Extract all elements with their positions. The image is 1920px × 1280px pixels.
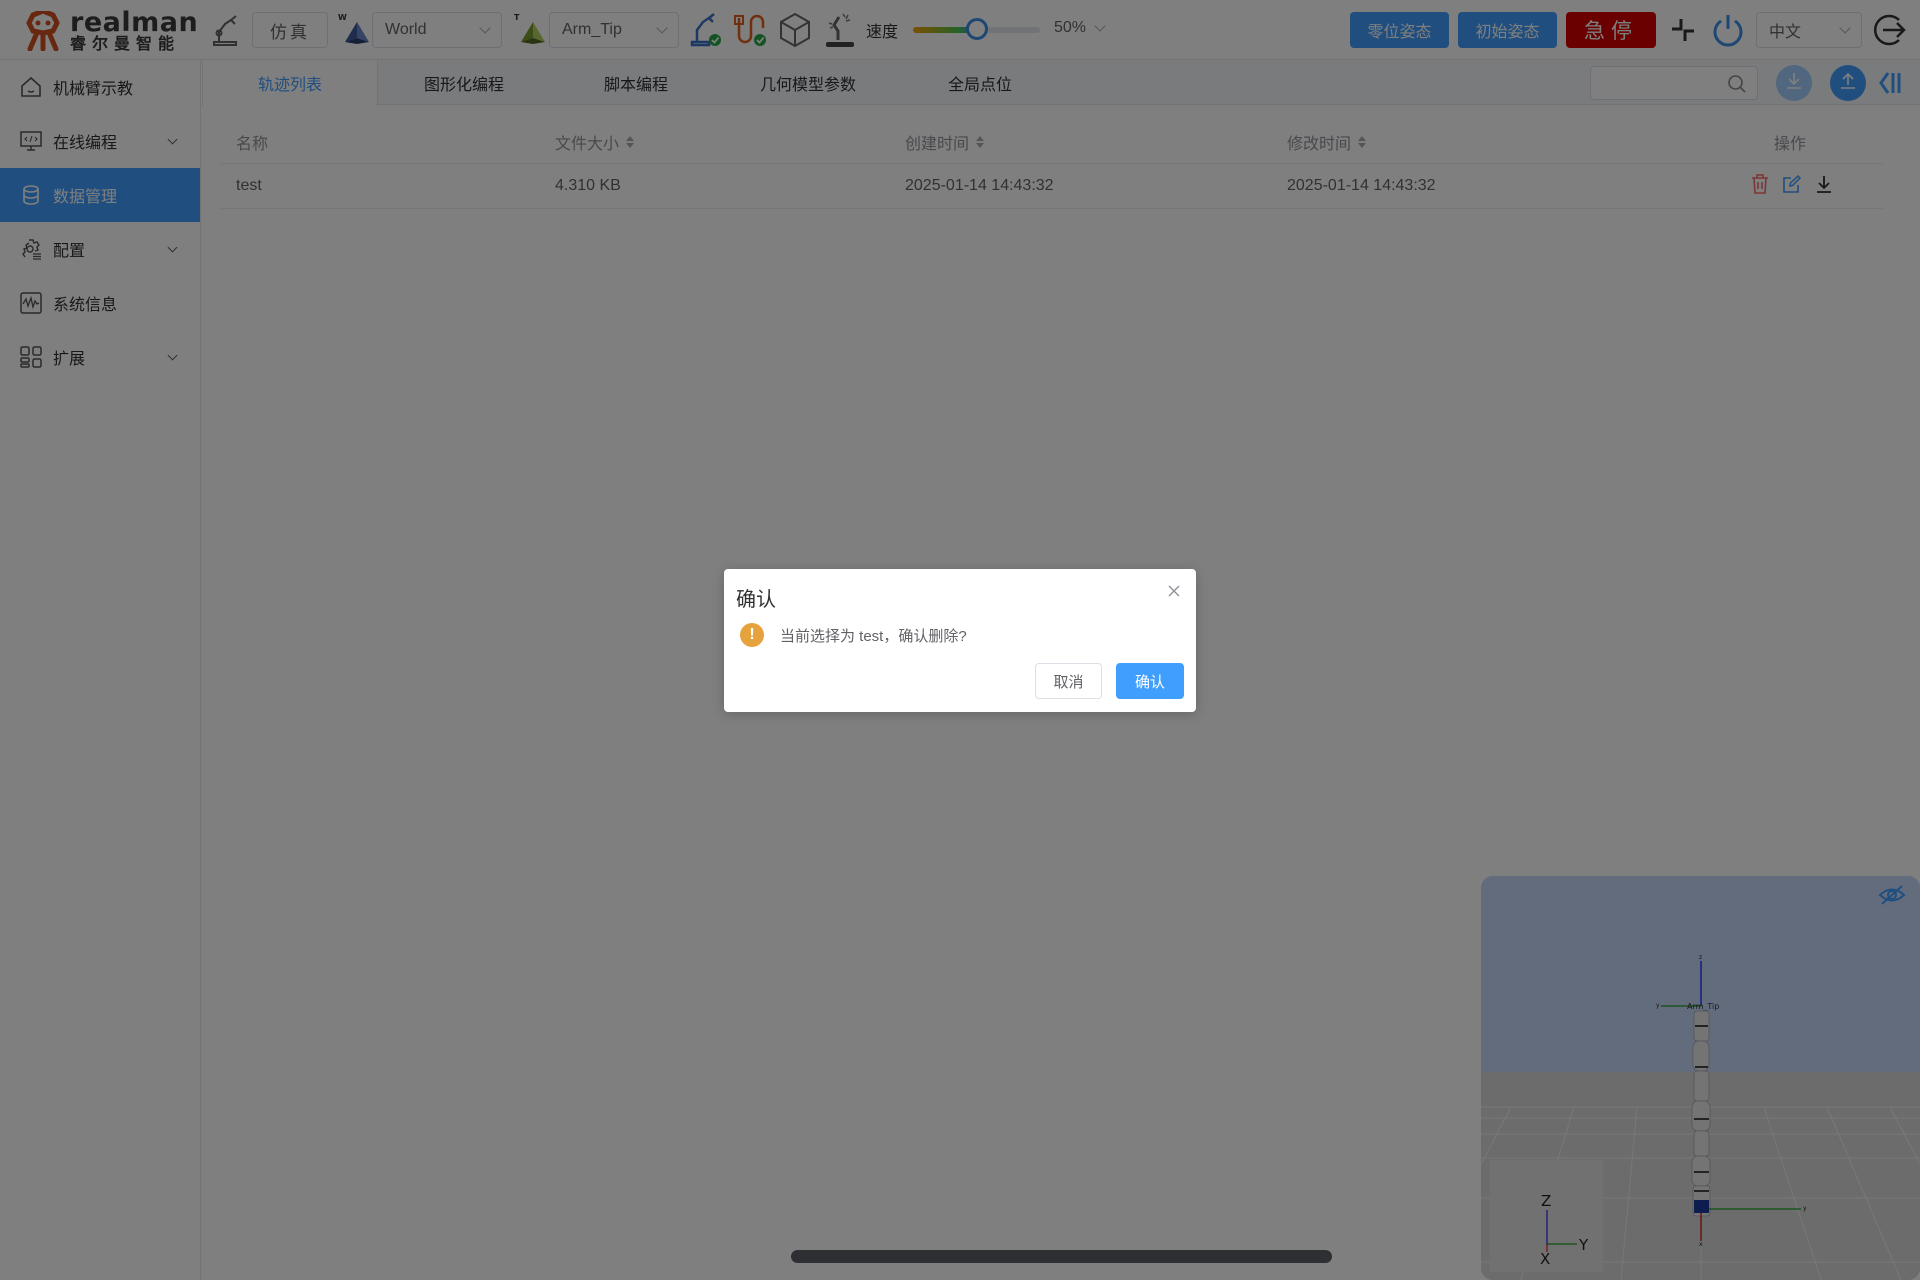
horizontal-scrollbar[interactable] [791, 1250, 1332, 1263]
cancel-button[interactable]: 取消 [1035, 663, 1102, 699]
close-icon[interactable] [1166, 583, 1182, 599]
dialog-title: 确认 [736, 589, 776, 611]
dialog-message: ! 当前选择为 test，确认删除? [740, 623, 967, 647]
dialog-message-text: 当前选择为 test，确认删除? [780, 627, 967, 645]
confirm-button[interactable]: 确认 [1116, 663, 1184, 699]
confirm-delete-dialog: 确认 ! 当前选择为 test，确认删除? 取消 确认 [724, 569, 1196, 712]
warning-icon: ! [740, 623, 764, 647]
